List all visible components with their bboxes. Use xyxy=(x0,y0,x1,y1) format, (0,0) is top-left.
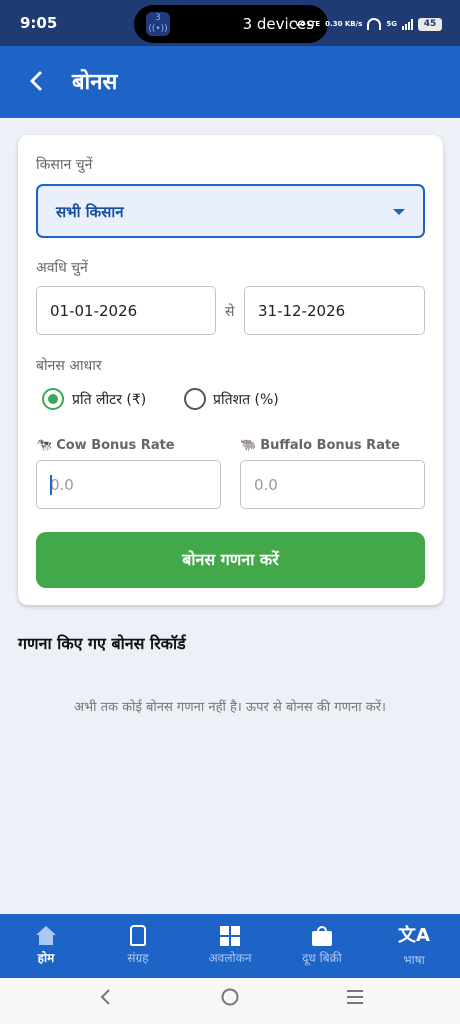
nav-home[interactable]: होम xyxy=(0,914,92,978)
bottom-navigation: होम संग्रह अवलोकन दूध बिक्री 文A भाषा xyxy=(0,914,460,978)
battery-icon: 45 xyxy=(418,17,442,31)
dashboard-grid-icon xyxy=(220,926,240,946)
radio-per-liter[interactable] xyxy=(42,388,64,410)
from-date-field[interactable]: 01-01-2026 xyxy=(36,286,216,335)
milk-can-icon xyxy=(130,925,146,946)
to-date-value: 31-12-2026 xyxy=(258,302,346,320)
farmer-select-value: सभी किसान xyxy=(56,203,124,221)
nav-collection[interactable]: संग्रह xyxy=(92,914,184,978)
buffalo-icon: 🐃 xyxy=(240,438,257,453)
cow-bonus-rate-input[interactable]: 0.0 xyxy=(36,460,221,509)
network-speed: 0.30 KB/s xyxy=(325,19,363,28)
text-cursor xyxy=(50,475,52,495)
radio-percentage-label[interactable]: प्रतिशत (%) xyxy=(213,390,279,409)
system-home-icon[interactable] xyxy=(220,986,240,1014)
buffalo-rate-label: 🐃 Buffalo Bonus Rate xyxy=(240,438,400,453)
farmer-select[interactable]: सभी किसान xyxy=(36,184,425,238)
radio-percentage[interactable] xyxy=(184,388,206,410)
connected-devices-icon: 3 ((•)) xyxy=(146,12,170,36)
date-separator: से xyxy=(225,304,235,320)
nav-home-label: होम xyxy=(37,951,55,965)
system-recents-icon[interactable] xyxy=(345,986,365,1014)
records-title: गणना किए गए बोनस रिकॉर्ड xyxy=(18,634,186,653)
nav-overview[interactable]: अवलोकन xyxy=(184,914,276,978)
system-indicators: Vo LTE 0.30 KB/s 5G 45 xyxy=(295,14,442,34)
buffalo-bonus-rate-input[interactable]: 0.0 xyxy=(240,460,425,509)
chevron-left-icon[interactable] xyxy=(24,66,50,96)
nav-milk-sales-label: दूध बिक्री xyxy=(302,951,342,965)
network-type: 5G xyxy=(386,19,397,28)
calculate-bonus-button[interactable]: बोनस गणना करें xyxy=(36,532,425,588)
shopping-bag-icon xyxy=(312,926,332,946)
period-label: अवधि चुनें xyxy=(36,260,88,276)
bonus-basis-label: बोनस आधार xyxy=(36,358,102,374)
farmer-select-label: किसान चुनें xyxy=(36,157,93,173)
empty-records-message: अभी तक कोई बोनस गणना नहीं है। ऊपर से बोन… xyxy=(74,700,386,715)
system-back-icon[interactable] xyxy=(98,986,112,1014)
nav-overview-label: अवलोकन xyxy=(208,951,252,965)
bonus-form-card: किसान चुनें सभी किसान अवधि चुनें 01-01-2… xyxy=(18,135,443,605)
nav-milk-sales[interactable]: दूध बिक्री xyxy=(276,914,368,978)
radio-per-liter-label[interactable]: प्रति लीटर (₹) xyxy=(72,390,146,409)
status-bar: 9:05 3 ((•)) 3 devices Vo LTE 0.30 KB/s 5… xyxy=(0,0,460,46)
buffalo-rate-placeholder: 0.0 xyxy=(254,476,278,494)
cow-icon: 🐄 xyxy=(36,438,53,453)
from-date-value: 01-01-2026 xyxy=(50,302,138,320)
nav-language-label: भाषा xyxy=(403,953,425,967)
cow-rate-placeholder: 0.0 xyxy=(50,476,74,494)
page-title: बोनस xyxy=(72,70,118,95)
status-time: 9:05 xyxy=(20,14,58,32)
app-bar: बोनस xyxy=(0,46,460,118)
nav-language[interactable]: 文A भाषा xyxy=(368,914,460,978)
cow-rate-label: 🐄 Cow Bonus Rate xyxy=(36,438,175,453)
to-date-field[interactable]: 31-12-2026 xyxy=(244,286,425,335)
volte-indicator: Vo LTE xyxy=(295,19,321,28)
system-navigation-bar xyxy=(0,978,460,1024)
translate-icon: 文A xyxy=(398,925,430,946)
hotspot-icon xyxy=(367,18,382,30)
home-icon xyxy=(36,926,56,946)
nav-collection-label: संग्रह xyxy=(127,951,149,965)
dropdown-arrow-icon xyxy=(393,209,405,215)
signal-icon xyxy=(402,18,413,30)
